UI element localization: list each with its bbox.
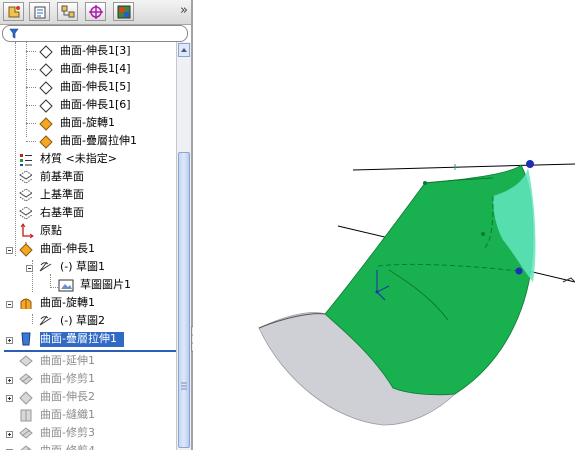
surface-extrude-icon [39, 81, 53, 95]
expand-toggle[interactable] [6, 377, 13, 384]
feature-manager-icon [8, 6, 20, 18]
graphics-viewport[interactable] [193, 0, 575, 450]
sketch-icon [39, 261, 52, 272]
expand-toggle[interactable] [6, 395, 13, 402]
surface-extrude-icon [19, 391, 33, 405]
surface-trim-icon [20, 445, 32, 450]
plane-icon [19, 170, 33, 184]
expand-toggle[interactable] [6, 337, 13, 344]
model-view[interactable] [193, 0, 575, 450]
surface-loft-icon [39, 135, 53, 149]
origin-icon [20, 223, 34, 239]
dimxpert-manager-tab[interactable] [85, 2, 106, 21]
surface-extrude-icon [19, 242, 33, 257]
scroll-up-button[interactable] [178, 43, 190, 57]
expand-toggle[interactable] [6, 431, 13, 438]
property-manager-icon [34, 6, 46, 19]
scrollbar-thumb[interactable] [178, 152, 190, 448]
collapse-toggle[interactable] [6, 301, 13, 308]
feature-tree: 曲面-伸長1[3] 曲面-伸長1[4] 曲面-伸長1[5] 曲面-伸長1[6] … [0, 42, 176, 450]
surface-knit-icon [20, 409, 32, 422]
collapse-toggle[interactable] [26, 265, 33, 272]
manager-tab-toolbar: » [0, 0, 192, 25]
sketch-icon [39, 315, 52, 326]
material-icon [20, 154, 32, 166]
filter-icon [9, 28, 19, 39]
display-manager-tab[interactable] [113, 2, 134, 21]
display-manager-icon [117, 5, 131, 19]
feature-manager-panel: » 曲面-伸長1[3] 曲面-伸長1[4] 曲面-伸長1[5] 曲面-伸長1[6… [0, 0, 192, 450]
surface-extend-icon [19, 355, 33, 367]
configuration-manager-tab[interactable] [57, 2, 78, 21]
surface-trim-icon [19, 373, 33, 385]
property-manager-tab[interactable] [29, 2, 50, 21]
control-point[interactable] [515, 267, 523, 275]
arrow-up-icon [181, 48, 187, 52]
reference-axis-line [352, 163, 575, 171]
tree-filter[interactable] [2, 25, 188, 42]
plane-icon [19, 188, 33, 202]
plane-icon [19, 206, 33, 220]
vertex-point [423, 181, 427, 185]
feature-manager-tab[interactable] [3, 2, 24, 21]
tree-scrollbar[interactable] [176, 42, 191, 450]
control-point[interactable] [526, 160, 534, 168]
surface-extrude-icon [39, 99, 53, 113]
surface-extrude-icon [39, 63, 53, 77]
dimxpert-icon [89, 5, 103, 19]
surface-loft-icon [21, 332, 31, 346]
vertex-point [481, 232, 485, 236]
surface-trim-icon [19, 427, 33, 439]
surface-revolve-icon [39, 117, 53, 131]
configuration-manager-icon [61, 5, 75, 18]
collapse-toggle[interactable] [6, 247, 13, 254]
sketch-picture-icon [58, 279, 74, 292]
grip-icon [181, 382, 187, 390]
surface-extrude-icon [39, 45, 53, 59]
surface-revolve-icon [20, 298, 32, 309]
toolbar-more-button[interactable]: » [180, 3, 188, 18]
